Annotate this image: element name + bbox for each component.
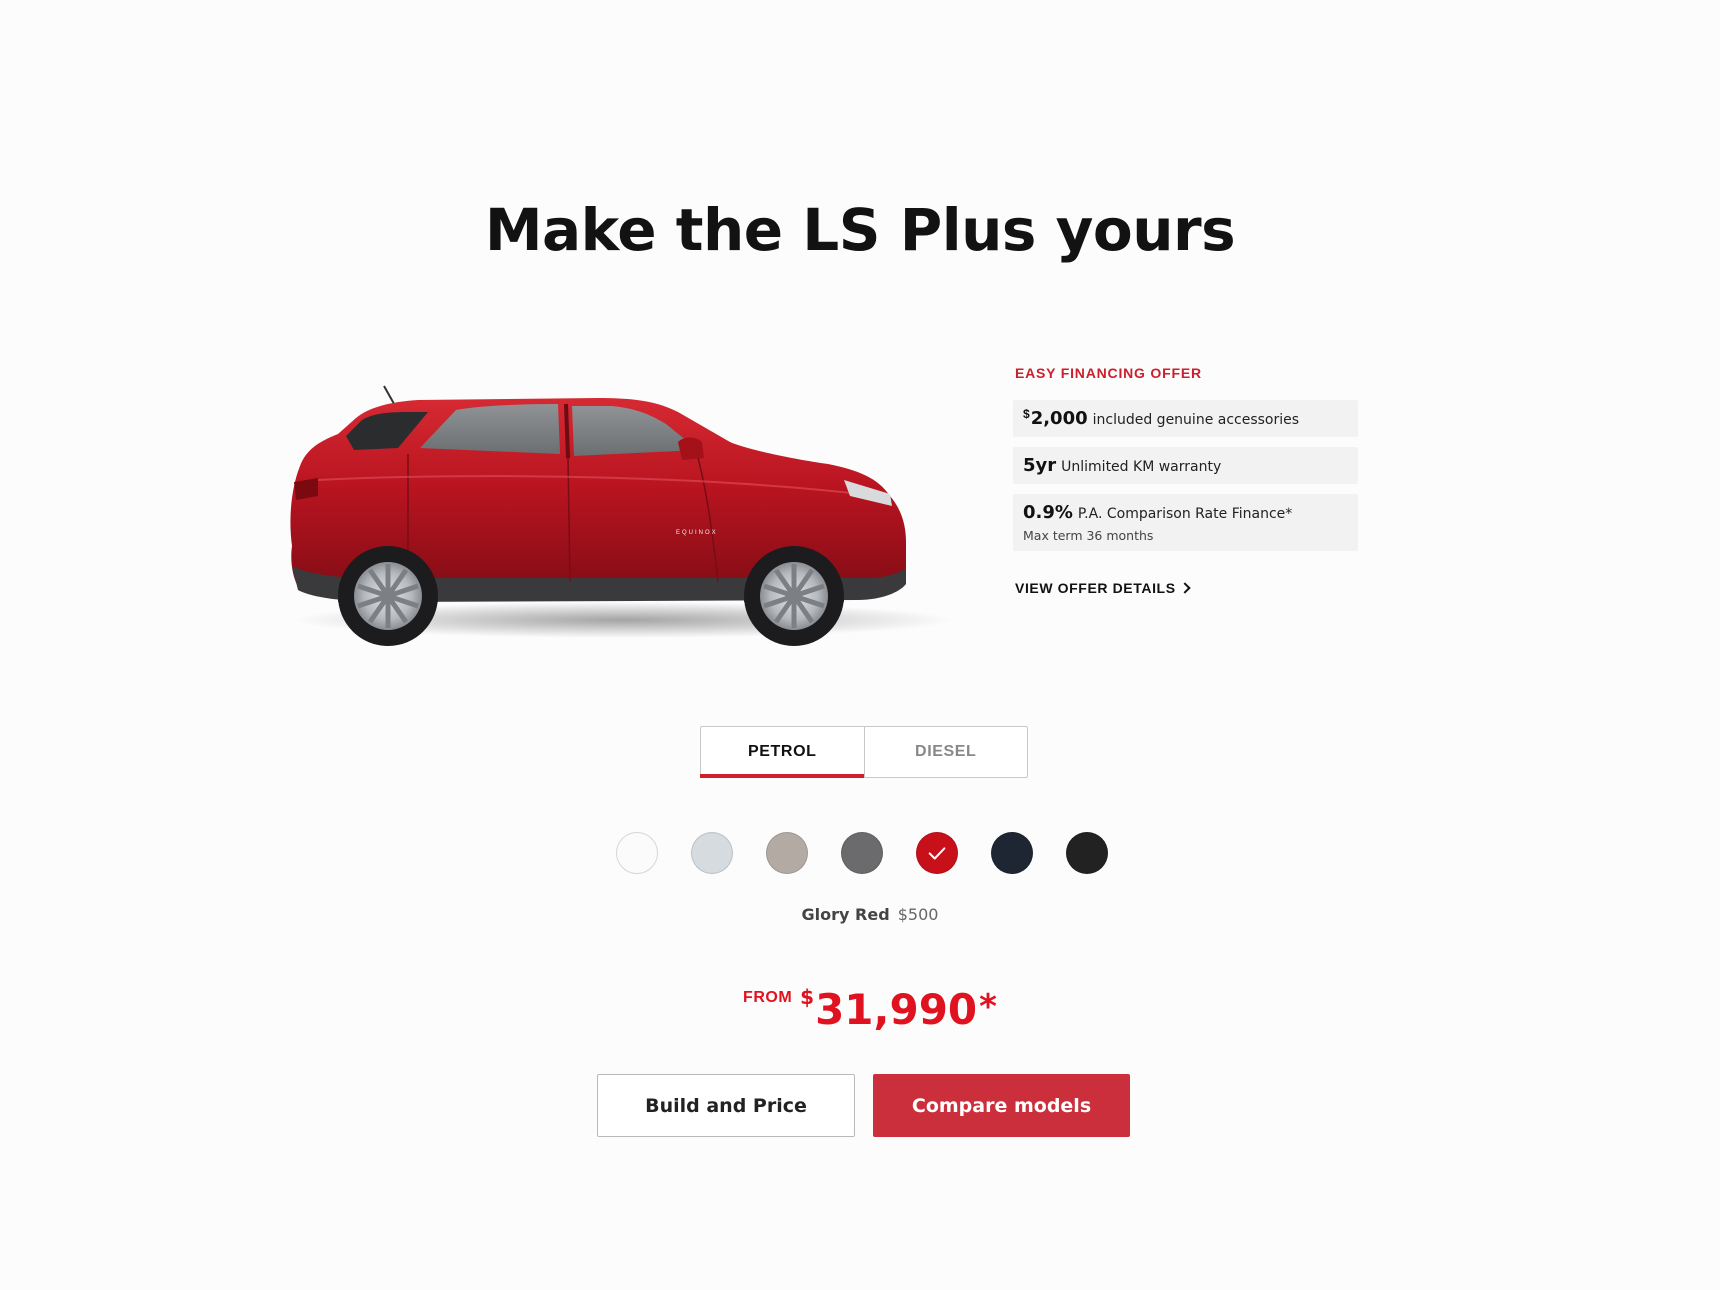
offer-item-finance-rate: 0.9% P.A. Comparison Rate Finance* Max t… [1013, 494, 1358, 551]
offer-subtext: Max term 36 months [1023, 528, 1154, 543]
build-and-price-button[interactable]: Build and Price [597, 1074, 855, 1137]
financing-offer-panel: EASY FINANCING OFFER $ 2,000 included ge… [1013, 365, 1358, 598]
offer-item-warranty: 5yr Unlimited KM warranty [1013, 447, 1358, 484]
view-offer-details-label: VIEW OFFER DETAILS [1015, 580, 1176, 596]
offer-heading: EASY FINANCING OFFER [1015, 365, 1202, 381]
car-badge: EQUINOX [676, 530, 718, 536]
car-illustration: EQUINOX [290, 385, 953, 646]
color-swatch-silver[interactable] [691, 832, 733, 874]
car-image: EQUINOX [278, 346, 958, 646]
color-swatch-red[interactable] [916, 832, 958, 874]
page-title: Make the LS Plus yours [484, 196, 1236, 264]
fuel-type-tabs: PETROL DIESEL [700, 726, 1028, 778]
selected-color-name: Glory Red [801, 905, 890, 924]
offer-item-accessories: $ 2,000 included genuine accessories [1013, 400, 1358, 437]
tab-petrol[interactable]: PETROL [700, 727, 864, 778]
price-asterisk: * [979, 987, 997, 1027]
offer-value: 0.9% [1023, 502, 1073, 523]
price-from-label: FROM [743, 989, 793, 1006]
color-swatch-white[interactable] [616, 832, 658, 874]
color-swatch-black[interactable] [1066, 832, 1108, 874]
color-swatches [616, 832, 1108, 874]
price-amount: 31,990 [815, 985, 978, 1034]
check-icon [928, 847, 946, 860]
offer-value: 5yr [1023, 455, 1057, 476]
compare-models-button[interactable]: Compare models [873, 1074, 1130, 1137]
offer-text: P.A. Comparison Rate Finance* [1077, 506, 1293, 522]
color-swatch-navy[interactable] [991, 832, 1033, 874]
selected-color-price: $500 [897, 905, 939, 924]
chevron-right-icon [1178, 582, 1191, 594]
view-offer-details-link[interactable]: VIEW OFFER DETAILS [1015, 580, 1191, 596]
selected-color-label: Glory Red $500 [0, 905, 1720, 924]
offer-value: 2,000 [1030, 408, 1088, 429]
price-display: FROM $31,990* [0, 985, 1720, 1034]
tab-diesel[interactable]: DIESEL [863, 727, 1028, 777]
price-currency: $ [800, 985, 815, 1009]
offer-text: included genuine accessories [1092, 412, 1300, 428]
color-swatch-beige[interactable] [766, 832, 808, 874]
color-swatch-grey[interactable] [841, 832, 883, 874]
offer-text: Unlimited KM warranty [1061, 459, 1222, 475]
offer-currency: $ [1023, 407, 1030, 421]
